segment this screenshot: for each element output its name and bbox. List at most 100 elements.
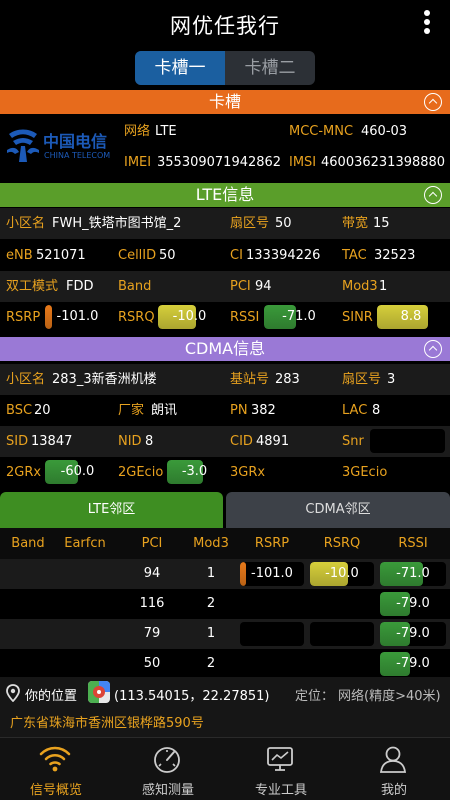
location-label: 你的位置: [25, 689, 78, 704]
location-pin-icon: [6, 684, 20, 702]
neighbor-rssi-value: -71.0: [396, 566, 430, 581]
user-icon: [379, 746, 407, 773]
rx3g-label: 3GRx: [230, 465, 266, 480]
enb-label: eNB: [6, 248, 33, 263]
neighbor-rsrq-value: [310, 592, 374, 616]
band-label: Band: [118, 279, 152, 294]
neighbor-rsrp-value: [240, 652, 304, 676]
collapse-icon[interactable]: [424, 340, 442, 358]
imsi-value: 460036231398880: [321, 155, 446, 170]
cdma-row-4: 2GRx -60.0 2GEcio -3.0 3GRx 3GEcio: [0, 457, 450, 488]
lac-value: 8: [372, 403, 381, 418]
pn-value: 382: [251, 403, 276, 418]
neighbor-rssi-meter: -71.0: [380, 562, 446, 586]
sinr-meter: 8.8: [377, 305, 445, 329]
nav-label: 信号概览: [29, 783, 82, 798]
lte-section-title: LTE信息: [195, 185, 255, 204]
sid-label: SID: [6, 434, 29, 449]
duplex-label: 双工模式: [6, 279, 59, 294]
neighbor-rsrp-meter: [240, 592, 304, 616]
nav-perception-test[interactable]: 感知测量: [112, 738, 224, 800]
rssi-label: RSSI: [230, 310, 260, 325]
collapse-icon[interactable]: [424, 93, 442, 111]
neighbor-rsrq-meter: [310, 652, 374, 676]
tab-cdma-neighbor[interactable]: CDMA邻区: [226, 492, 450, 528]
col-rssi: RSSI: [398, 536, 428, 551]
cid-value: 4891: [256, 434, 290, 449]
neighbor-pci: 116: [139, 596, 165, 611]
cdma-row-3: SID 13847 NID 8 CID 4891 Snr: [0, 426, 450, 457]
duplex-value: FDD: [66, 279, 94, 294]
tab-sim-2[interactable]: 卡槽二: [225, 51, 315, 85]
neighbor-table-header: Band Earfcn PCI Mod3 RSRP RSRQ RSSI: [0, 528, 450, 559]
neighbor-pci: 50: [143, 656, 161, 671]
sim-section-header[interactable]: 卡槽: [0, 90, 450, 114]
location-mode-value: 网络(精度>40米): [338, 689, 441, 704]
rsrq-label: RSRQ: [118, 310, 155, 325]
lte-section-header[interactable]: LTE信息: [0, 183, 450, 207]
neighbor-rssi-meter: -79.0: [380, 652, 446, 676]
pci-label: PCI: [230, 279, 251, 294]
col-rsrq: RSRQ: [323, 536, 361, 551]
table-row: 50 2 -79.0: [0, 649, 450, 679]
tac-label: TAC: [342, 248, 367, 263]
lte-row-2: eNB 521071 CellID 50 CI 133394226 TAC 32…: [0, 240, 450, 271]
nav-mine[interactable]: 我的: [338, 738, 450, 800]
nid-label: NID: [118, 434, 142, 449]
imei-label: IMEI: [124, 155, 152, 170]
snr-label: Snr: [342, 434, 364, 449]
ecio3g-meter: [391, 460, 446, 484]
rx2g-label: 2GRx: [6, 465, 42, 480]
neighbor-rsrq-meter: -10.0: [310, 562, 374, 586]
col-mod3: Mod3: [193, 536, 229, 551]
google-maps-icon[interactable]: [88, 681, 110, 703]
neighbor-mod3: 1: [206, 566, 216, 581]
lte-row-3: 双工模式 FDD Band PCI 94 Mod3 1: [0, 271, 450, 302]
wifi-signal-icon: [39, 746, 71, 772]
speedometer-icon: [154, 747, 180, 773]
col-earfcn: Earfcn: [64, 536, 106, 551]
cdma-section-header[interactable]: CDMA信息: [0, 337, 450, 361]
base-station-label: 基站号: [230, 372, 270, 387]
network-label: 网络: [124, 124, 151, 139]
lac-label: LAC: [342, 403, 368, 418]
mcc-mnc-label: MCC-MNC: [289, 124, 354, 139]
app-title: 网优任我行: [170, 14, 280, 38]
tab-sim-1[interactable]: 卡槽一: [135, 51, 225, 85]
col-band: Band: [11, 536, 45, 551]
more-options-icon[interactable]: [422, 10, 432, 40]
enb-value: 521071: [36, 248, 86, 263]
neighbor-mod3: 2: [206, 656, 216, 671]
rsrp-value: -101.0: [56, 309, 99, 324]
pci-value: 94: [255, 279, 272, 294]
sector-value: 50: [275, 216, 292, 231]
pn-label: PN: [230, 403, 248, 418]
neighbor-rsrp-value: [240, 592, 304, 616]
mod3-label: Mod3: [342, 279, 378, 294]
ci-value: 133394226: [246, 248, 321, 263]
neighbor-mod3: 1: [206, 626, 216, 641]
neighbor-mod3: 2: [206, 596, 216, 611]
cdma-cell-name-value: 283_3新香洲机楼: [52, 372, 157, 387]
neighbor-tabs: LTE邻区 CDMA邻区: [0, 492, 450, 528]
neighbor-rsrq-meter: [310, 592, 374, 616]
imsi-label: IMSI: [289, 155, 317, 170]
neighbor-pci: 79: [143, 626, 161, 641]
china-telecom-logo: 中国电信 CHINA TELECOM: [3, 124, 119, 168]
rsrq-meter: -10.0: [158, 305, 221, 329]
nav-signal-overview[interactable]: 信号概览: [0, 738, 112, 800]
rx3g-meter: [269, 460, 334, 484]
neighbor-rsrq-meter: [310, 622, 374, 646]
network-value: LTE: [155, 124, 177, 139]
ecio2g-value: -3.0: [181, 464, 208, 479]
collapse-icon[interactable]: [424, 186, 442, 204]
nav-pro-tools[interactable]: 专业工具: [225, 738, 337, 800]
neighbor-rsrp-meter: [240, 622, 304, 646]
neighbor-rsrq-value: [310, 652, 374, 676]
location-address: 广东省珠海市香洲区银桦路590号: [10, 716, 204, 731]
sim-tabs: 卡槽一 卡槽二: [135, 51, 315, 85]
cdma-sector-value: 3: [387, 372, 396, 387]
base-station-value: 283: [275, 372, 300, 387]
tab-lte-neighbor[interactable]: LTE邻区: [0, 492, 223, 528]
cellid-value: 50: [159, 248, 176, 263]
